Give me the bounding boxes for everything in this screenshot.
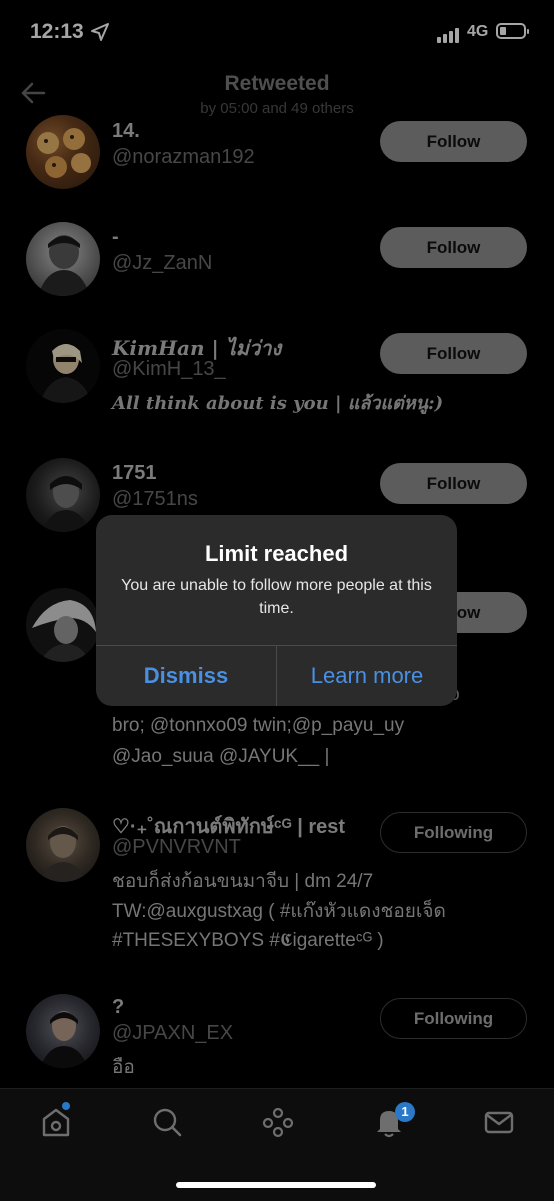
screen: 12:13 4G Retweeted by 05:00 and 49 other… xyxy=(0,0,554,1201)
learn-more-button[interactable]: Learn more xyxy=(277,646,457,706)
spaces-icon[interactable] xyxy=(261,1105,295,1139)
home-indicator xyxy=(176,1182,376,1188)
messages-envelope-icon[interactable] xyxy=(482,1105,516,1139)
home-unread-dot xyxy=(62,1102,70,1110)
dismiss-button[interactable]: Dismiss xyxy=(96,646,276,706)
notifications-badge: 1 xyxy=(395,1102,415,1122)
alert-title: Limit reached xyxy=(204,541,349,566)
home-icon[interactable] xyxy=(39,1105,73,1139)
limit-alert-dialog: Limit reached You are unable to follow m… xyxy=(96,515,457,706)
alert-message: You are unable to follow more people at … xyxy=(121,577,432,617)
search-icon[interactable] xyxy=(150,1105,184,1139)
